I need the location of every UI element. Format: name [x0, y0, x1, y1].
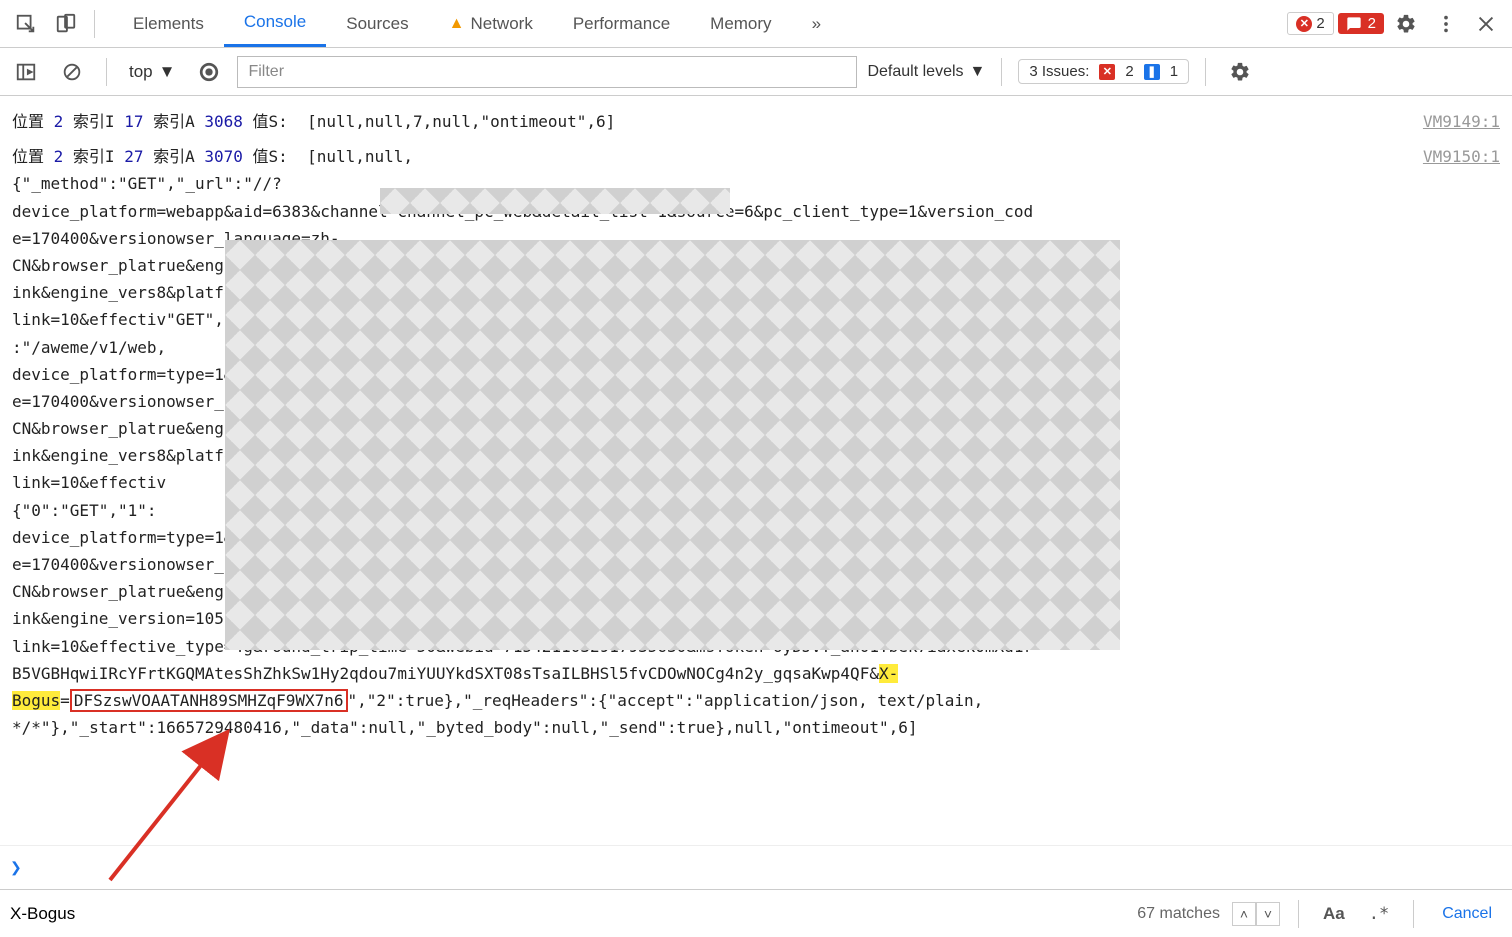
inspect-icon[interactable] — [8, 6, 44, 42]
console-output[interactable]: 位置 2 索引I 17 索引A 3068 值S: [null,null,7,nu… — [0, 96, 1512, 845]
divider — [1298, 900, 1299, 928]
tab-more[interactable]: » — [792, 0, 841, 47]
issue-error-icon: ✕ — [1099, 64, 1115, 80]
settings-icon[interactable] — [1388, 6, 1424, 42]
tab-performance[interactable]: Performance — [553, 0, 690, 47]
extension-error-count: 2 — [1368, 15, 1376, 32]
issue-info-icon: ❚ — [1144, 64, 1160, 80]
prompt-chevron-icon: ❯ — [10, 859, 22, 876]
search-bar: 67 matches ˄ ˅ Aa .* Cancel — [0, 889, 1512, 937]
divider — [1413, 900, 1414, 928]
panel-tabs: Elements Console Sources ▲Network Perfor… — [113, 0, 841, 47]
search-cancel-button[interactable]: Cancel — [1432, 905, 1502, 923]
search-input[interactable] — [10, 899, 1125, 929]
console-prompt[interactable]: ❯ — [0, 845, 1512, 889]
divider — [106, 58, 107, 86]
clear-console-icon[interactable] — [54, 54, 90, 90]
console-filterbar: top▼ Default levels▼ 3 Issues: ✕ 2 ❚ 1 — [0, 48, 1512, 96]
device-toggle-icon[interactable] — [48, 6, 84, 42]
console-settings-icon[interactable] — [1222, 54, 1258, 90]
search-match-count: 67 matches — [1137, 905, 1220, 923]
log-source-link[interactable]: VM9149:1 — [1423, 108, 1500, 135]
tab-memory[interactable]: Memory — [690, 0, 791, 47]
issues-badge[interactable]: 3 Issues: ✕ 2 ❚ 1 — [1018, 59, 1189, 84]
log-entry: 位置 2 索引I 27 索引A 3070 值S: [null,null, {"_… — [12, 139, 1500, 745]
devtools-toolbar: Elements Console Sources ▲Network Perfor… — [0, 0, 1512, 48]
live-expression-icon[interactable] — [191, 54, 227, 90]
extension-errors-badge[interactable]: 2 — [1338, 13, 1384, 34]
match-case-toggle[interactable]: Aa — [1317, 904, 1351, 924]
divider — [94, 10, 95, 38]
tab-elements[interactable]: Elements — [113, 0, 224, 47]
tab-network[interactable]: ▲Network — [429, 0, 553, 47]
search-next-button[interactable]: ˅ — [1256, 902, 1280, 926]
log-levels-select[interactable]: Default levels▼ — [867, 63, 985, 81]
search-prev-button[interactable]: ˄ — [1232, 902, 1256, 926]
warning-icon: ▲ — [449, 15, 465, 33]
log-source-link[interactable]: VM9150:1 — [1423, 143, 1500, 170]
tab-console[interactable]: Console — [224, 0, 326, 47]
error-count-badge[interactable]: ✕ 2 — [1287, 12, 1333, 35]
error-count: 2 — [1316, 15, 1324, 32]
regex-toggle[interactable]: .* — [1363, 904, 1395, 924]
filter-input[interactable] — [237, 56, 857, 88]
execution-context-select[interactable]: top▼ — [123, 62, 181, 82]
log-message: 位置 2 索引I 17 索引A 3068 值S: [null,null,7,nu… — [12, 108, 1415, 135]
close-icon[interactable] — [1468, 6, 1504, 42]
log-entry: 位置 2 索引I 17 索引A 3068 值S: [null,null,7,nu… — [12, 104, 1500, 139]
more-menu-icon[interactable] — [1428, 6, 1464, 42]
divider — [1001, 58, 1002, 86]
log-message: 位置 2 索引I 27 索引A 3070 值S: [null,null, {"_… — [12, 143, 1415, 741]
tab-sources[interactable]: Sources — [326, 0, 428, 47]
highlighted-value: DFSzswVOAATANH89SMHZqF9WX7n6 — [70, 689, 348, 712]
sidebar-toggle-icon[interactable] — [8, 54, 44, 90]
divider — [1205, 58, 1206, 86]
error-icon: ✕ — [1296, 16, 1312, 32]
